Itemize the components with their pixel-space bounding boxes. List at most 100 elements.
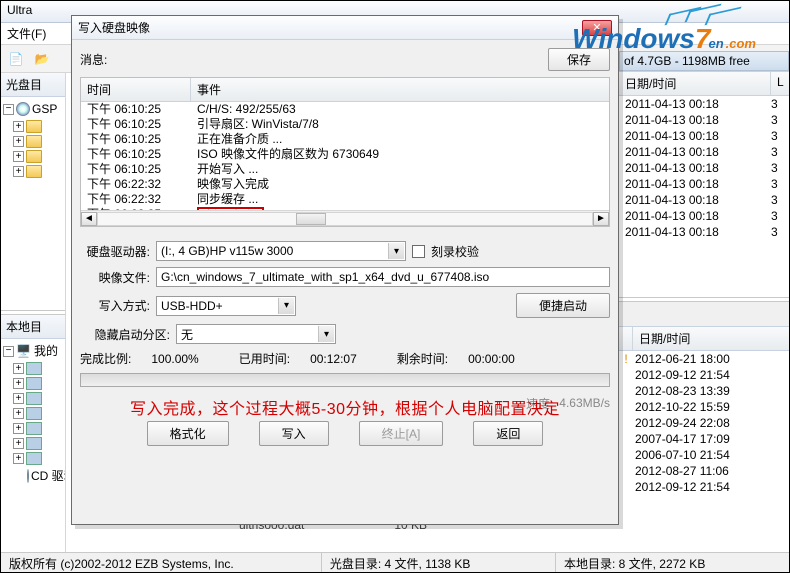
list-item[interactable]: 2011-04-13 00:183 bbox=[619, 144, 789, 160]
list-item[interactable]: 2012-08-27 11:06 bbox=[619, 463, 789, 479]
tree-plus-icon[interactable]: + bbox=[13, 363, 24, 374]
return-button[interactable]: 返回 bbox=[473, 421, 543, 446]
status-local: 本地目录: 8 文件, 2272 KB bbox=[556, 553, 789, 572]
tree-item[interactable]: + bbox=[3, 451, 63, 466]
col-event[interactable]: 事件 bbox=[191, 78, 609, 101]
list-item[interactable]: !2012-06-21 18:00 bbox=[619, 351, 789, 367]
list-item[interactable]: 2011-04-13 00:183 bbox=[619, 224, 789, 240]
list-item[interactable]: 2011-04-13 00:183 bbox=[619, 208, 789, 224]
dialog-title-bar[interactable]: 写入硬盘映像 ✕ bbox=[72, 16, 618, 40]
image-path-value: G:\cn_windows_7_ultimate_with_sp1_x64_dv… bbox=[161, 270, 489, 284]
tree-item[interactable]: + bbox=[3, 134, 63, 149]
col-date[interactable]: 日期/时间 bbox=[619, 72, 771, 95]
list-item[interactable]: 2012-08-23 13:39 bbox=[619, 383, 789, 399]
list-item[interactable]: 2011-04-13 00:183 bbox=[619, 112, 789, 128]
log-hscroll[interactable]: ◄ ► bbox=[81, 210, 609, 226]
hidden-dropdown[interactable]: 无 ▾ bbox=[176, 324, 336, 344]
tree-item[interactable]: + bbox=[3, 376, 63, 391]
col-time[interactable]: 时间 bbox=[81, 78, 191, 101]
lower-file-header[interactable]: 日期/时间 bbox=[619, 326, 789, 351]
chevron-down-icon[interactable]: ▾ bbox=[278, 298, 294, 314]
tree-item[interactable]: + bbox=[3, 406, 63, 421]
new-icon[interactable]: 📄 bbox=[5, 48, 27, 70]
file-date: 2012-06-21 18:00 bbox=[633, 352, 789, 366]
image-label: 映像文件: bbox=[80, 269, 150, 286]
tree-item-cd[interactable]: CD 驱动器(H:) bbox=[3, 466, 63, 486]
tree-plus-icon[interactable]: + bbox=[13, 453, 24, 464]
log-row: 下午 06:22:32同步缓存 ... bbox=[81, 192, 609, 207]
list-item[interactable]: 2011-04-13 00:183 bbox=[619, 160, 789, 176]
list-item[interactable]: 2011-04-13 00:183 bbox=[619, 192, 789, 208]
tree-plus-icon[interactable]: + bbox=[13, 393, 24, 404]
tree-root-computer[interactable]: −🖥️我的 bbox=[3, 341, 63, 361]
chevron-down-icon[interactable]: ▾ bbox=[388, 243, 404, 259]
tree-plus-icon[interactable]: + bbox=[13, 438, 24, 449]
chevron-down-icon[interactable]: ▾ bbox=[318, 326, 334, 342]
open-icon[interactable]: 📂 bbox=[31, 48, 53, 70]
scroll-right-icon[interactable]: ► bbox=[593, 212, 609, 226]
menu-file[interactable]: 文件(F) bbox=[7, 27, 46, 41]
drive-dropdown[interactable]: (I:, 4 GB)HP v115w 3000 ▾ bbox=[156, 241, 406, 261]
logo-com: .com bbox=[726, 37, 756, 50]
list-item[interactable]: 2012-10-22 15:59 bbox=[619, 399, 789, 415]
list-item[interactable]: 2011-04-13 00:183 bbox=[619, 96, 789, 112]
tree-plus-icon[interactable]: + bbox=[13, 151, 24, 162]
drive-label: 硬盘驱动器: bbox=[80, 243, 150, 260]
log-event: ISO 映像文件的扇区数为 6730649 bbox=[191, 147, 609, 162]
log-body[interactable]: 下午 06:10:25C/H/S: 492/255/63下午 06:10:25引… bbox=[81, 102, 609, 210]
tree-plus-icon[interactable]: + bbox=[13, 121, 24, 132]
list-item[interactable]: 2012-09-12 21:54 bbox=[619, 367, 789, 383]
tree-item[interactable]: + bbox=[3, 164, 63, 179]
scroll-thumb[interactable] bbox=[296, 213, 326, 225]
tree-minus-icon[interactable]: − bbox=[3, 104, 14, 115]
tree-plus-icon[interactable]: + bbox=[13, 136, 24, 147]
write-method-dropdown[interactable]: USB-HDD+ ▾ bbox=[156, 296, 296, 316]
tree-item[interactable]: + bbox=[3, 119, 63, 134]
tree-plus-icon[interactable]: + bbox=[13, 423, 24, 434]
list-item[interactable]: 2012-09-12 21:54 bbox=[619, 479, 789, 495]
scroll-left-icon[interactable]: ◄ bbox=[81, 212, 97, 226]
write-button[interactable]: 写入 bbox=[259, 421, 329, 446]
convenient-boot-button[interactable]: 便捷启动 bbox=[516, 293, 610, 318]
tree-plus-icon[interactable]: + bbox=[13, 408, 24, 419]
log-event: 正在准备介质 ... bbox=[191, 132, 609, 147]
file-date: 2012-09-12 21:54 bbox=[633, 368, 789, 382]
file-flag: 3 bbox=[771, 177, 789, 191]
local-tree[interactable]: −🖥️我的 + + + + + + + CD 驱动器(H:) bbox=[1, 339, 65, 552]
logo-en: en bbox=[708, 37, 723, 50]
log-time: 下午 06:10:25 bbox=[81, 102, 191, 117]
list-item[interactable]: 2012-09-24 22:08 bbox=[619, 415, 789, 431]
tree-minus-icon[interactable]: − bbox=[3, 346, 14, 357]
tree-root-disc[interactable]: −GSP bbox=[3, 99, 63, 119]
file-flag: 3 bbox=[771, 193, 789, 207]
list-item[interactable]: 2011-04-13 00:183 bbox=[619, 176, 789, 192]
log-time: 下午 06:10:25 bbox=[81, 147, 191, 162]
scroll-track[interactable] bbox=[97, 212, 593, 226]
elapsed-label: 已用时间: bbox=[239, 350, 290, 367]
disc-tree[interactable]: −GSP + + + + bbox=[1, 97, 65, 310]
tree-plus-icon[interactable]: + bbox=[13, 378, 24, 389]
list-item[interactable]: 2011-04-13 00:183 bbox=[619, 128, 789, 144]
log-row: 下午 06:10:25引导扇区: WinVista/7/8 bbox=[81, 117, 609, 132]
tree-item[interactable]: + bbox=[3, 436, 63, 451]
format-button[interactable]: 格式化 bbox=[147, 421, 229, 446]
tree-item[interactable]: + bbox=[3, 421, 63, 436]
image-path-field[interactable]: G:\cn_windows_7_ultimate_with_sp1_x64_dv… bbox=[156, 267, 610, 287]
list-item[interactable]: 2007-04-17 17:09 bbox=[619, 431, 789, 447]
upper-file-header[interactable]: 日期/时间 L bbox=[619, 71, 789, 96]
verify-checkbox[interactable] bbox=[412, 245, 425, 258]
tree-item[interactable]: + bbox=[3, 149, 63, 164]
file-date: 2006-07-10 21:54 bbox=[633, 448, 789, 462]
list-item[interactable]: 2006-07-10 21:54 bbox=[619, 447, 789, 463]
tree-item[interactable]: + bbox=[3, 391, 63, 406]
tree-item[interactable]: + bbox=[3, 361, 63, 376]
tree-plus-icon[interactable]: + bbox=[13, 166, 24, 177]
remain-label: 剩余时间: bbox=[397, 350, 448, 367]
upper-file-list[interactable]: 2011-04-13 00:1832011-04-13 00:1832011-0… bbox=[619, 96, 789, 297]
file-date: 2012-08-27 11:06 bbox=[633, 464, 789, 478]
col-date[interactable]: 日期/时间 bbox=[633, 327, 789, 350]
lower-file-list[interactable]: !2012-06-21 18:002012-09-12 21:542012-08… bbox=[619, 351, 789, 552]
file-date: 2011-04-13 00:18 bbox=[619, 129, 771, 143]
col-l[interactable]: L bbox=[771, 72, 789, 95]
file-flag: 3 bbox=[771, 161, 789, 175]
